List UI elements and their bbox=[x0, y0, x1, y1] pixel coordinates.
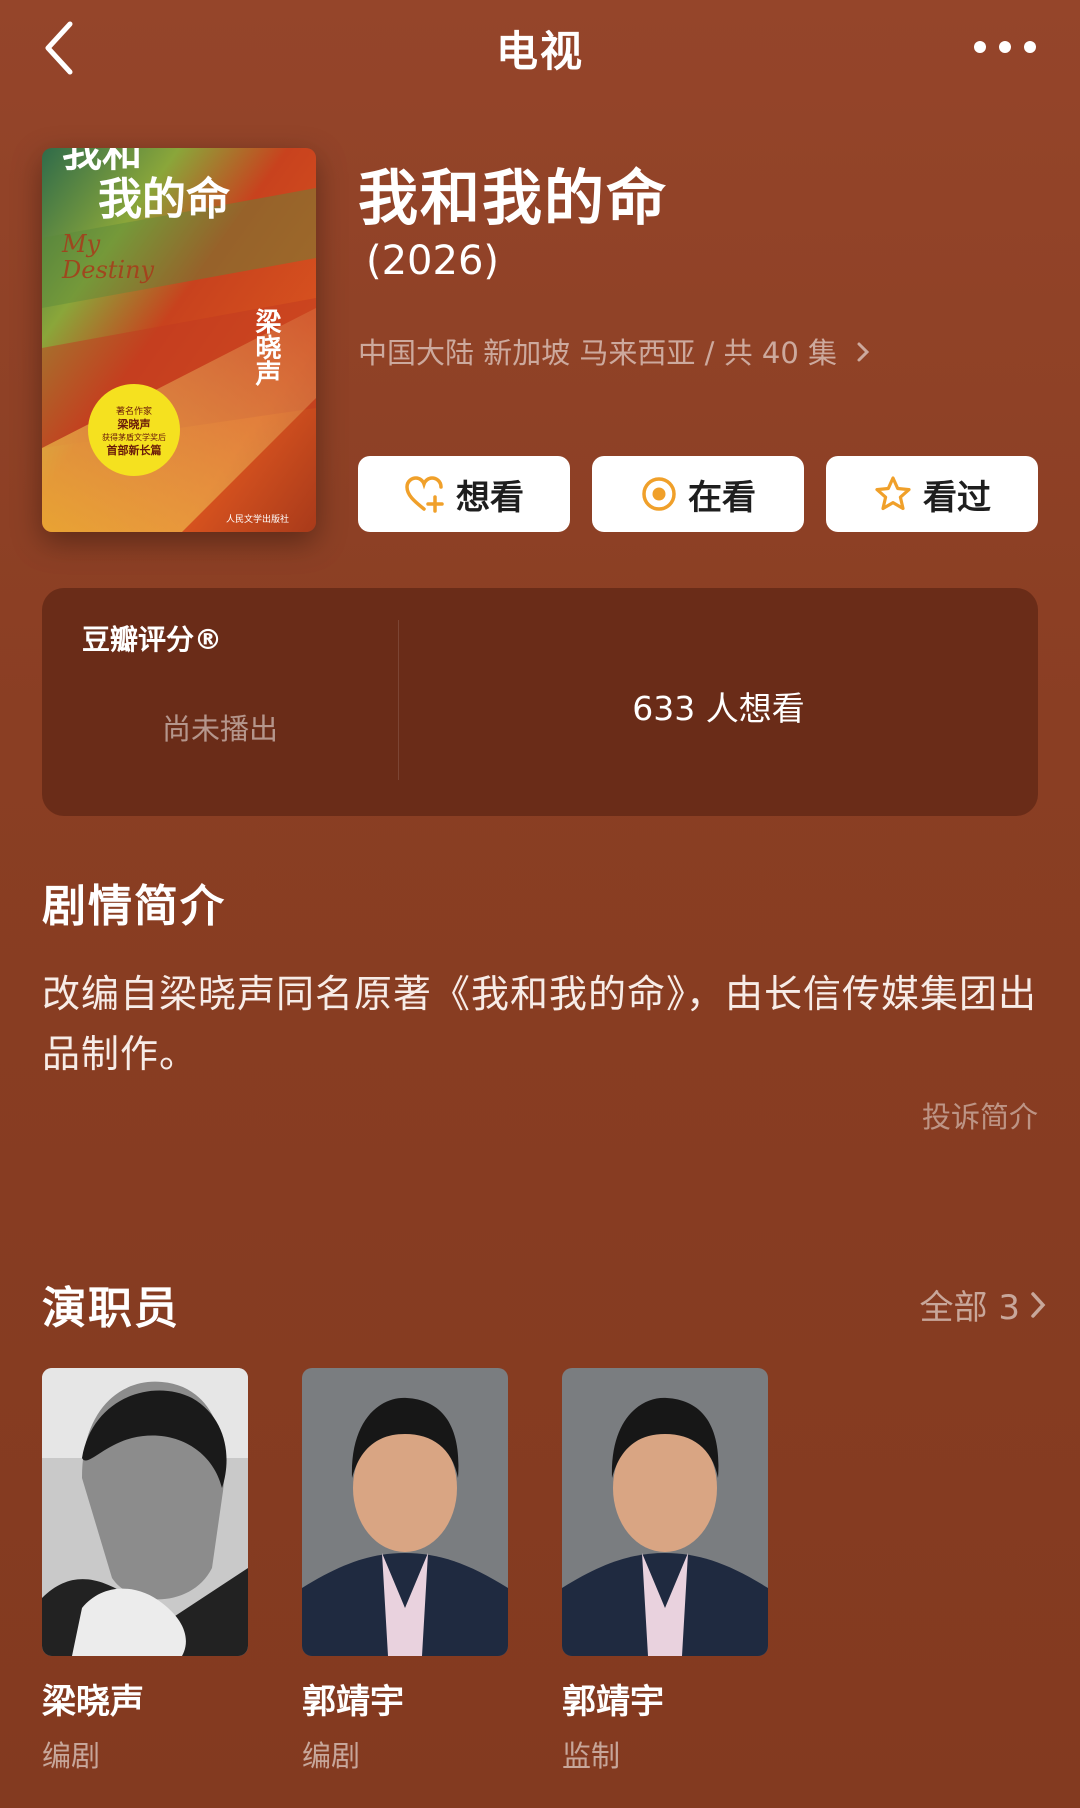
poster-artwork: 我和 我的命 My Destiny 梁晓声 著名作家 梁晓声 获得茅盾文学奖后 … bbox=[42, 148, 316, 532]
svg-text:著名作家: 著名作家 bbox=[116, 405, 152, 417]
cast-name: 梁晓声 bbox=[42, 1682, 144, 1722]
top-bar: 电视 bbox=[0, 0, 1080, 100]
svg-text:Destiny: Destiny bbox=[61, 256, 155, 284]
show-meta-link[interactable]: 中国大陆 新加坡 马来西亚 / 共 40 集 bbox=[358, 330, 870, 372]
avatar bbox=[302, 1368, 508, 1656]
cast-member[interactable]: 郭靖宇 监制 bbox=[562, 1368, 768, 1775]
svg-text:人民文学出版社: 人民文学出版社 bbox=[226, 513, 289, 525]
cast-role: 编剧 bbox=[302, 1739, 361, 1773]
more-dots-icon bbox=[974, 41, 1036, 53]
synopsis-heading: 剧情简介 bbox=[42, 881, 226, 932]
see-all-cast-link[interactable]: 全部 3 bbox=[920, 1280, 1046, 1329]
chevron-right-icon bbox=[1031, 1291, 1046, 1318]
svg-text:My: My bbox=[61, 230, 101, 258]
complain-synopsis-link[interactable]: 投诉简介 bbox=[922, 1094, 1038, 1136]
see-all-label: 全部 3 bbox=[919, 1288, 1020, 1328]
avatar bbox=[42, 1368, 248, 1656]
svg-text:梁晓声: 梁晓声 bbox=[117, 417, 151, 431]
watching-label: 在看 bbox=[688, 477, 756, 518]
watched-button[interactable]: 看过 bbox=[826, 456, 1038, 532]
star-icon bbox=[875, 476, 911, 511]
cast-role: 编剧 bbox=[42, 1739, 101, 1773]
cast-member[interactable]: 郭靖宇 编剧 bbox=[302, 1368, 508, 1775]
chevron-right-icon bbox=[856, 336, 870, 370]
cast-name: 郭靖宇 bbox=[562, 1682, 664, 1722]
want-to-watch-label: 想看 bbox=[456, 477, 524, 518]
watching-button[interactable]: 在看 bbox=[592, 456, 804, 532]
wish-count: 633 人想看 bbox=[632, 689, 805, 728]
poster-title-line1: 我和 bbox=[62, 148, 142, 176]
show-year: (2026) bbox=[366, 238, 500, 284]
watching-circle-icon bbox=[642, 477, 676, 511]
poster-title-line2: 我的命 bbox=[98, 174, 230, 225]
rating-label: 豆瓣评分® bbox=[82, 623, 223, 656]
svg-text:首部新长篇: 首部新长篇 bbox=[107, 443, 162, 457]
avatar bbox=[562, 1368, 768, 1656]
watched-label: 看过 bbox=[923, 477, 991, 518]
poster-image[interactable]: 我和 我的命 My Destiny 梁晓声 著名作家 梁晓声 获得茅盾文学奖后 … bbox=[42, 148, 316, 532]
more-button[interactable] bbox=[970, 22, 1040, 72]
heart-plus-icon bbox=[405, 476, 444, 513]
page-title: 电视 bbox=[495, 27, 584, 76]
show-title: 我和我的命 bbox=[358, 164, 668, 234]
poster-author: 梁晓声 bbox=[251, 308, 282, 387]
cast-name: 郭靖宇 bbox=[302, 1682, 404, 1722]
rating-card[interactable]: 豆瓣评分® 尚未播出 633 人想看 bbox=[42, 588, 1038, 816]
rating-status: 尚未播出 bbox=[161, 712, 278, 746]
cast-member[interactable]: 梁晓声 编剧 bbox=[42, 1368, 248, 1775]
cast-heading: 演职员 bbox=[42, 1283, 180, 1334]
svg-text:获得茅盾文学奖后: 获得茅盾文学奖后 bbox=[102, 432, 166, 442]
synopsis-text: 改编自梁晓声同名原著《我和我的命》，由长信传媒集团出品制作。 bbox=[42, 972, 1038, 1076]
show-meta-text: 中国大陆 新加坡 马来西亚 / 共 40 集 bbox=[358, 336, 837, 370]
want-to-watch-button[interactable]: 想看 bbox=[358, 456, 570, 532]
cast-role: 监制 bbox=[562, 1739, 621, 1773]
